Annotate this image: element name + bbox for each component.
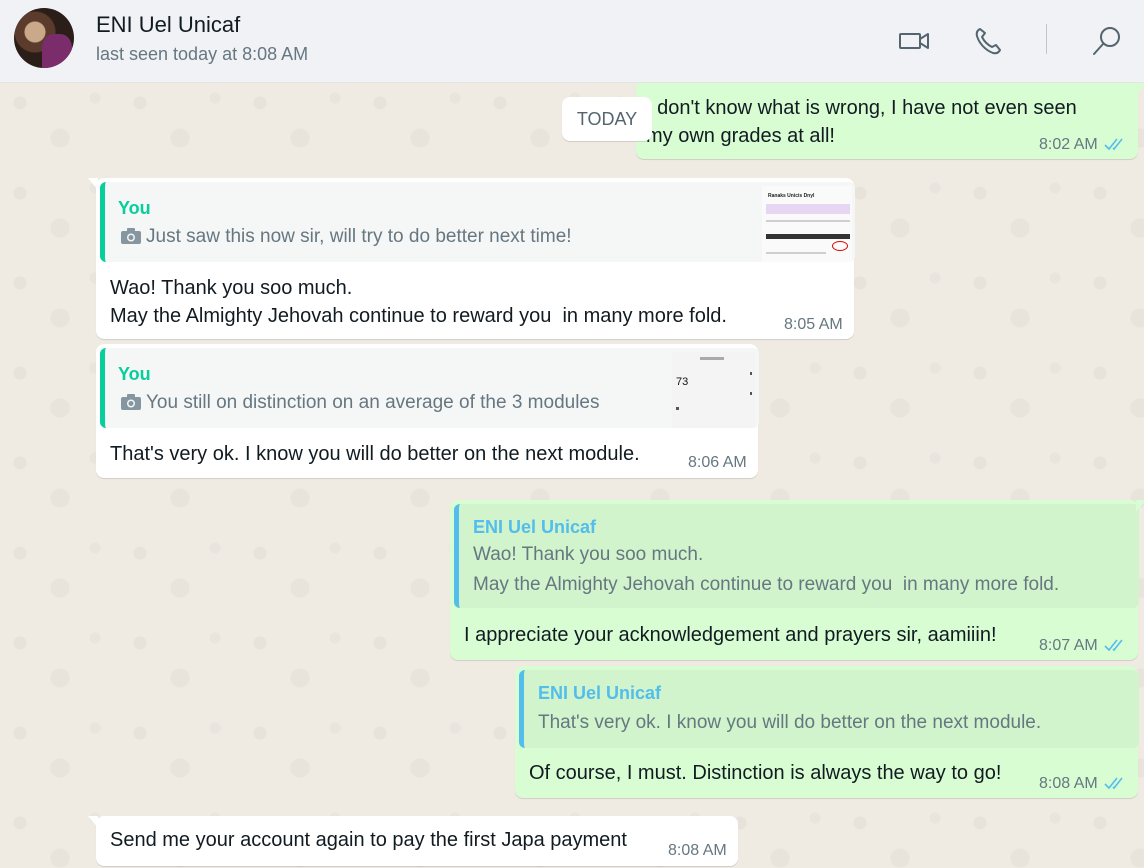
thumbnail-banner	[766, 204, 850, 214]
thumbnail-highlight	[832, 241, 848, 251]
double-check-icon	[1104, 138, 1123, 151]
message-bubble-outgoing[interactable]: ENI Uel Unicaf Wao! Thank you soo much. …	[450, 500, 1144, 660]
message-time: 8:08 AM	[1039, 775, 1098, 792]
message-time: 8:07 AM	[1039, 637, 1098, 654]
message-bubble-outgoing[interactable]: I don't know what is wrong, I have not e…	[636, 83, 1144, 159]
message-text-line: I don't know what is wrong, I have not e…	[646, 97, 1077, 119]
quote-author: ENI Uel Unicaf	[473, 517, 597, 537]
message-text-line: Wao! Thank you soo much.	[110, 277, 353, 299]
voice-call-icon[interactable]	[972, 24, 1006, 58]
message-text-line: Of course, I must. Distinction is always…	[529, 762, 1002, 784]
quote-author: You	[118, 364, 151, 384]
camera-icon	[121, 228, 141, 244]
message-text-line: That's very ok. I know you will do bette…	[110, 443, 640, 465]
video-call-icon[interactable]	[897, 24, 931, 58]
thumbnail-line	[766, 220, 850, 222]
message-bubble-incoming[interactable]: Send me your account again to pay the fi…	[88, 816, 738, 866]
quoted-message[interactable]: You You still on distinction on an avera…	[100, 348, 759, 428]
search-icon[interactable]	[1090, 24, 1124, 58]
quote-thumbnail: Ranaks Unicis Dnyl	[762, 186, 852, 262]
thumbnail-line	[766, 252, 826, 254]
message-time: 8:05 AM	[784, 316, 843, 333]
message-bubble-outgoing[interactable]: ENI Uel Unicaf That's very ok. I know yo…	[515, 666, 1139, 798]
thumbnail-value: 73	[676, 376, 689, 388]
message-text-line: May the Almighty Jehovah continue to rew…	[110, 305, 727, 327]
quote-text: Just saw this now sir, will try to do be…	[146, 226, 572, 247]
message-time: 8:08 AM	[668, 842, 727, 859]
quote-thumbnail: 73	[672, 352, 755, 428]
message-text-line: Send me your account again to pay the fi…	[110, 829, 627, 851]
quoted-message[interactable]: ENI Uel Unicaf Wao! Thank you soo much. …	[454, 504, 1139, 608]
thumbnail-line	[700, 357, 724, 360]
quote-text: You still on distinction on an average o…	[146, 392, 600, 413]
contact-name[interactable]: ENI Uel Unicaf	[96, 12, 240, 38]
message-text-line: I appreciate your acknowledgement and pr…	[464, 624, 997, 646]
quote-text-line: That's very ok. I know you will do bette…	[538, 712, 1042, 733]
message-bubble-incoming[interactable]: You Just saw this now sir, will try to d…	[88, 178, 855, 339]
message-text-line: my own grades at all!	[646, 125, 835, 147]
message-time: 8:02 AM	[1039, 136, 1098, 153]
chat-header: ENI Uel Unicaf last seen today at 8:08 A…	[0, 0, 1144, 83]
last-seen-status: last seen today at 8:08 AM	[96, 44, 309, 64]
quote-author: ENI Uel Unicaf	[538, 683, 662, 703]
date-chip: TODAY	[562, 97, 652, 141]
contact-avatar[interactable]	[14, 8, 74, 68]
quote-author: You	[118, 198, 151, 218]
double-check-icon	[1104, 639, 1123, 652]
thumbnail-dot	[750, 392, 752, 395]
message-bubble-incoming[interactable]: You You still on distinction on an avera…	[96, 344, 759, 478]
message-time: 8:06 AM	[688, 454, 747, 471]
quoted-message[interactable]: ENI Uel Unicaf That's very ok. I know yo…	[519, 670, 1139, 748]
thumbnail-dot	[676, 407, 679, 410]
header-divider	[1046, 24, 1047, 54]
thumbnail-table-header	[766, 234, 850, 239]
double-check-icon	[1104, 777, 1123, 790]
quote-text-line: May the Almighty Jehovah continue to rew…	[473, 574, 1060, 595]
quote-text-line: Wao! Thank you soo much.	[473, 544, 704, 565]
thumbnail-dot	[750, 372, 752, 375]
thumbnail-title: Ranaks Unicis Dnyl	[768, 193, 815, 199]
quoted-message[interactable]: You Just saw this now sir, will try to d…	[100, 182, 855, 262]
camera-icon	[121, 394, 141, 410]
